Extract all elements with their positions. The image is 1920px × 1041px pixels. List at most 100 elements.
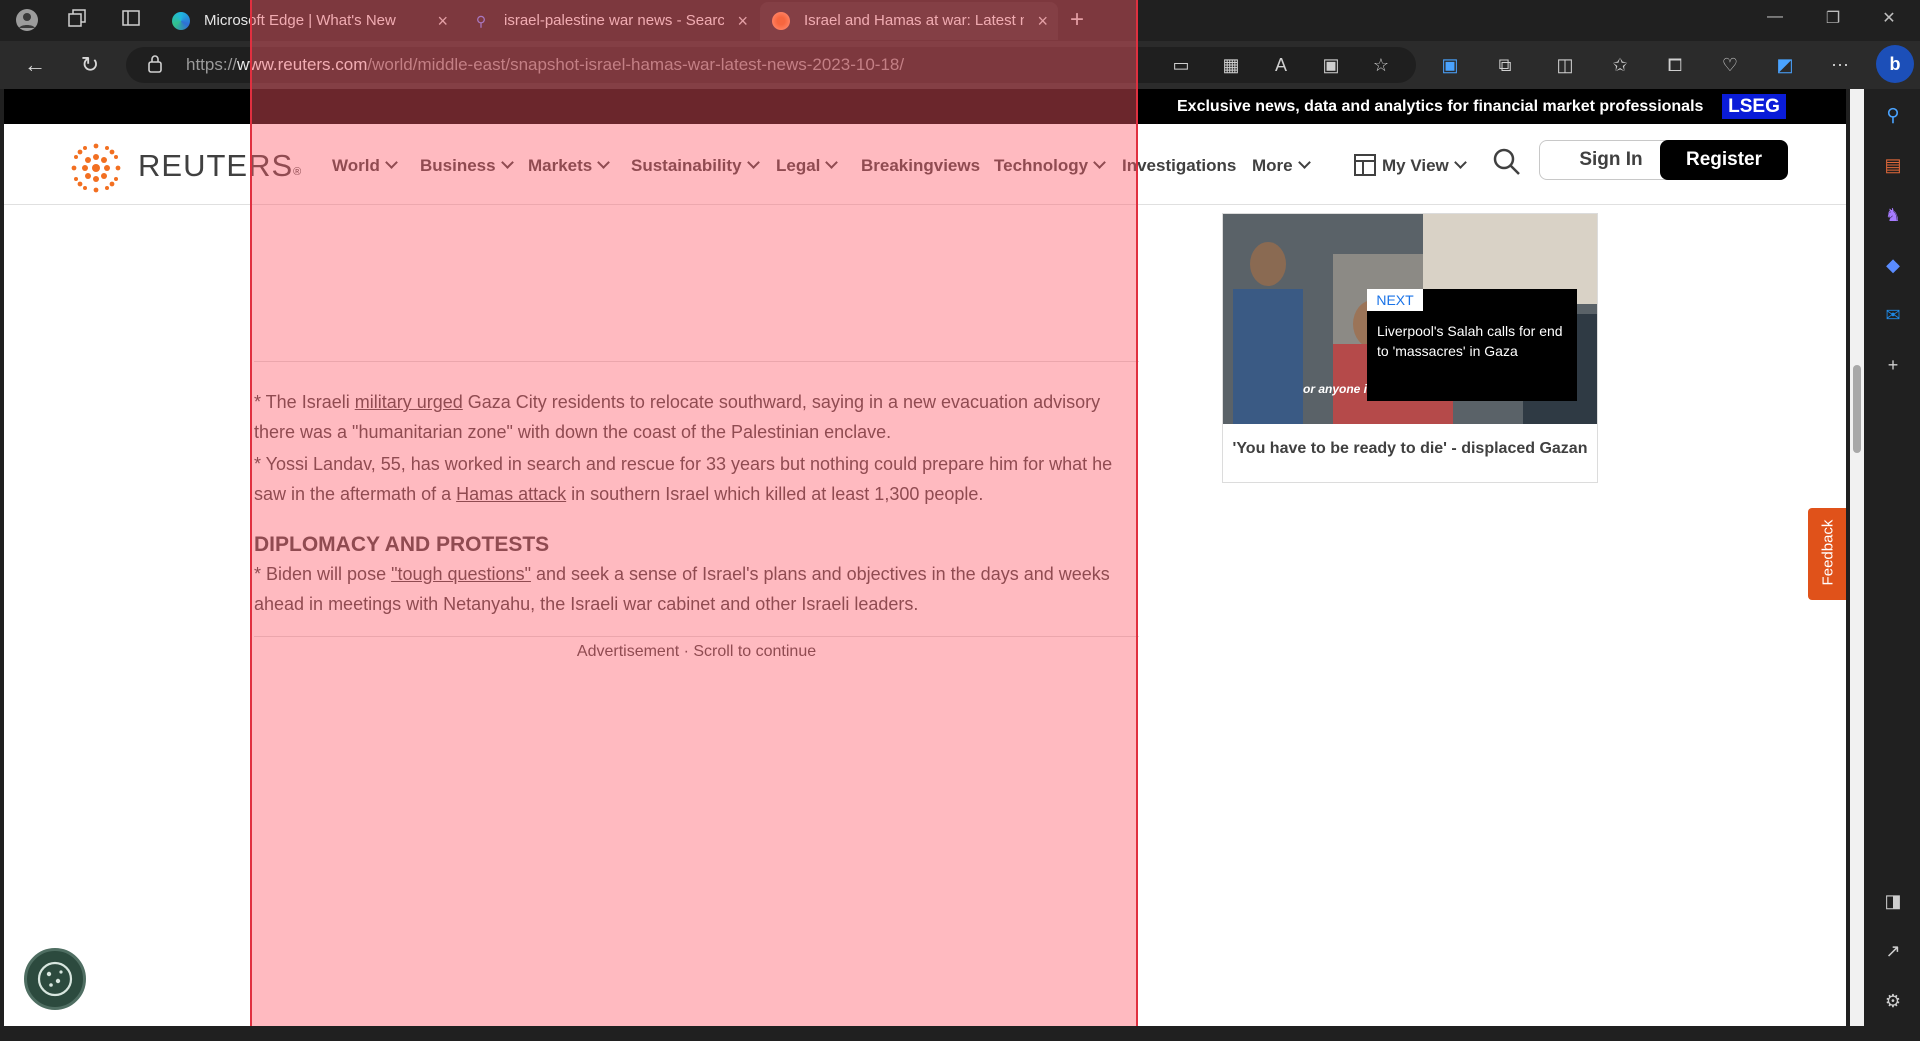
- nav-technology[interactable]: Technology: [994, 154, 1107, 178]
- feedback-label: Feedback: [1819, 519, 1837, 586]
- split-screen-icon[interactable]: ◫: [1550, 50, 1580, 80]
- close-tab-icon[interactable]: ×: [1037, 2, 1048, 40]
- collections-icon[interactable]: ⧠: [1660, 50, 1690, 80]
- chevron-down-icon: [597, 156, 611, 169]
- search-icon[interactable]: [1493, 148, 1521, 176]
- extension-ui-icon[interactable]: ▣: [1435, 50, 1465, 80]
- nav-label: Markets: [528, 156, 593, 175]
- scrollbar-thumb[interactable]: [1853, 365, 1861, 453]
- edge-sidebar: ⚲ ▤ ♞ ◆ ✉ + ◨ ↗ ⚙: [1866, 89, 1920, 1041]
- edge-drop-icon[interactable]: ◩: [1770, 50, 1800, 80]
- profile-icon[interactable]: [14, 8, 40, 32]
- nav-sustainability[interactable]: Sustainability: [631, 154, 760, 178]
- chevron-down-icon: [1297, 156, 1311, 169]
- feedback-tab[interactable]: Feedback: [1808, 508, 1846, 600]
- lseg-logo[interactable]: LSEG: [1722, 94, 1786, 119]
- close-tab-icon[interactable]: ×: [737, 2, 748, 40]
- layout-icon: [1354, 154, 1376, 176]
- military-urged-link[interactable]: military urged: [355, 392, 463, 412]
- more-options-icon[interactable]: ⋯: [1825, 50, 1855, 80]
- promo-banner[interactable]: Exclusive news, data and analytics for f…: [4, 89, 1846, 124]
- minimize-icon[interactable]: —: [1760, 8, 1790, 26]
- next-label: NEXT: [1367, 289, 1423, 311]
- nav-label: Sustainability: [631, 156, 742, 175]
- logo-text: REUTERS: [138, 148, 294, 183]
- back-icon[interactable]: ←: [20, 51, 50, 79]
- page-scrollbar[interactable]: [1850, 89, 1864, 1026]
- immersive-reader-icon[interactable]: ▣: [1316, 50, 1346, 80]
- close-tab-icon[interactable]: ×: [437, 2, 448, 40]
- chevron-down-icon: [500, 156, 514, 169]
- chevron-down-icon: [1453, 156, 1467, 169]
- chevron-down-icon: [825, 156, 839, 169]
- divider: [254, 636, 1139, 637]
- nav-more[interactable]: More: [1252, 154, 1311, 178]
- nav-investigations[interactable]: Investigations: [1122, 154, 1236, 178]
- url-text: https://www.reuters.com/world/middle-eas…: [186, 47, 904, 83]
- cookie-icon: [37, 961, 73, 997]
- tab-search[interactable]: ⚲ israel-palestine war news - Search ×: [460, 2, 758, 40]
- url-path: /world/middle-east/snapshot-israel-hamas…: [367, 55, 905, 74]
- reuters-wordmark[interactable]: REUTERS®: [138, 144, 302, 188]
- taskbar-edge: [0, 1026, 1920, 1041]
- next-video-title: Liverpool's Salah calls for end to 'mass…: [1377, 323, 1563, 359]
- tab-reuters-active[interactable]: Israel and Hamas at war: Latest news ×: [760, 2, 1058, 40]
- app-available-icon[interactable]: ▭: [1166, 50, 1196, 80]
- divider: [254, 361, 1139, 362]
- tough-questions-link[interactable]: "tough questions": [391, 564, 531, 584]
- video-thumbnail[interactable]: or anyone i NEXT Liverpool's Salah calls…: [1223, 214, 1597, 424]
- favorites-icon[interactable]: ✩: [1605, 50, 1635, 80]
- sidebar-tools-icon[interactable]: ▤: [1879, 151, 1907, 179]
- sidebar-settings-icon[interactable]: ⚙: [1879, 987, 1907, 1015]
- nav-label: Business: [420, 156, 496, 175]
- nav-label: More: [1252, 156, 1293, 175]
- address-bar[interactable]: https://www.reuters.com/world/middle-eas…: [126, 47, 1416, 83]
- nav-label: Breakingviews: [861, 156, 981, 175]
- video-caption[interactable]: 'You have to be ready to die' - displace…: [1223, 440, 1597, 458]
- sidebar-panel-icon[interactable]: ◨: [1879, 887, 1907, 915]
- edge-icon: [172, 12, 190, 30]
- workspaces-icon[interactable]: [64, 8, 90, 32]
- hamas-attack-link[interactable]: Hamas attack: [456, 484, 566, 504]
- vertical-tabs-icon[interactable]: [118, 8, 144, 32]
- reuters-logo-icon[interactable]: [66, 138, 126, 198]
- article-paragraph: * The Israeli military urged Gaza City r…: [254, 387, 1144, 447]
- close-window-icon[interactable]: ✕: [1874, 8, 1904, 28]
- nav-business[interactable]: Business: [420, 154, 514, 178]
- advertisement-label: Advertisement · Scroll to continue: [576, 643, 817, 660]
- restore-icon[interactable]: ❐: [1818, 8, 1848, 28]
- video-card[interactable]: or anyone i NEXT Liverpool's Salah calls…: [1222, 213, 1598, 483]
- site-nav: REUTERS® World Business Markets Sustaina…: [4, 124, 1846, 205]
- nav-legal[interactable]: Legal: [776, 154, 839, 178]
- copilot-icon[interactable]: b: [1876, 45, 1914, 83]
- sidebar-open-external-icon[interactable]: ↗: [1879, 937, 1907, 965]
- sidebar-search-icon[interactable]: ⚲: [1879, 101, 1907, 129]
- sidebar-office-icon[interactable]: ◆: [1879, 251, 1907, 279]
- sidebar-outlook-icon[interactable]: ✉: [1879, 301, 1907, 329]
- tab-label: israel-palestine war news - Search: [504, 12, 724, 29]
- chevron-down-icon: [384, 156, 398, 169]
- nav-markets[interactable]: Markets: [528, 154, 611, 178]
- article-paragraph: * Yossi Landav, 55, has worked in search…: [254, 449, 1144, 509]
- cookie-settings-button[interactable]: [24, 948, 86, 1010]
- paragraph-text: * The Israeli: [254, 392, 355, 412]
- new-tab-icon[interactable]: +: [1064, 8, 1090, 32]
- browser-essentials-icon[interactable]: ♡: [1715, 50, 1745, 80]
- address-toolbar: ← ↻ https://www.reuters.com/world/middle…: [0, 41, 1920, 89]
- refresh-icon[interactable]: ↻: [75, 51, 105, 79]
- favorite-star-icon[interactable]: ☆: [1366, 50, 1396, 80]
- nav-label: Technology: [994, 156, 1089, 175]
- register-button[interactable]: Register: [1660, 140, 1788, 180]
- nav-world[interactable]: World: [332, 154, 398, 178]
- up-next-overlay[interactable]: NEXT Liverpool's Salah calls for end to …: [1367, 289, 1577, 401]
- read-aloud-icon[interactable]: A: [1266, 50, 1296, 80]
- extensions-icon[interactable]: ⧉: [1490, 50, 1520, 80]
- nav-breakingviews[interactable]: Breakingviews: [861, 154, 980, 178]
- sidebar-games-icon[interactable]: ♞: [1879, 201, 1907, 229]
- url-scheme: https://: [186, 55, 238, 74]
- web-page: Exclusive news, data and analytics for f…: [4, 89, 1846, 1026]
- tab-edge-whats-new[interactable]: Microsoft Edge | What's New ×: [160, 2, 458, 40]
- sidebar-add-icon[interactable]: +: [1879, 351, 1907, 379]
- apps-grid-icon[interactable]: ▦: [1216, 50, 1246, 80]
- my-view-menu[interactable]: My View: [1354, 154, 1467, 178]
